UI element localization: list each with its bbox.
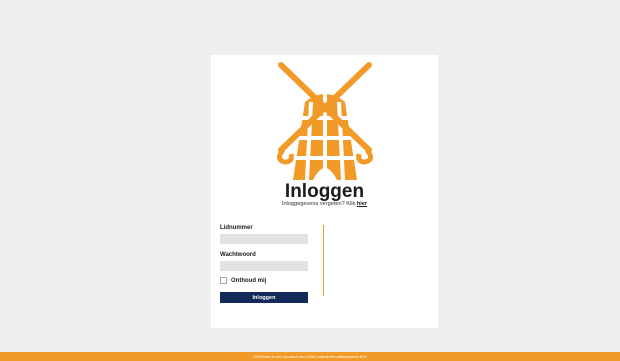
windmill-logo bbox=[277, 62, 373, 180]
login-card: Inloggen Inloggegevens vergeten? Klik hi… bbox=[211, 55, 438, 328]
remember-me-label: Onthoud mij bbox=[231, 277, 267, 284]
remember-me[interactable]: Onthoud mij bbox=[220, 277, 308, 284]
password-input[interactable] bbox=[220, 261, 308, 271]
forgot-link[interactable]: hier bbox=[357, 201, 367, 207]
password-label: Wachtwoord bbox=[220, 252, 256, 258]
member-number-input[interactable] bbox=[220, 234, 308, 244]
remember-me-checkbox[interactable] bbox=[220, 277, 227, 284]
footer-bar: LISATeam is een product van LISA Ledenin… bbox=[0, 352, 620, 361]
forgot-credentials-text: Inloggegevens vergeten? Klik hier bbox=[211, 201, 438, 207]
member-number-label: Lidnummer bbox=[220, 225, 253, 231]
page-title: Inloggen bbox=[284, 181, 365, 202]
vertical-divider bbox=[323, 225, 324, 296]
forgot-text: Inloggegevens vergeten? Klik bbox=[281, 201, 357, 207]
footer-text: LISATeam is een product van LISA Ledenin… bbox=[252, 354, 368, 359]
login-button[interactable]: Inloggen bbox=[220, 292, 308, 303]
login-form: Lidnummer Wachtwoord Onthoud mij Inlogge… bbox=[220, 225, 308, 303]
